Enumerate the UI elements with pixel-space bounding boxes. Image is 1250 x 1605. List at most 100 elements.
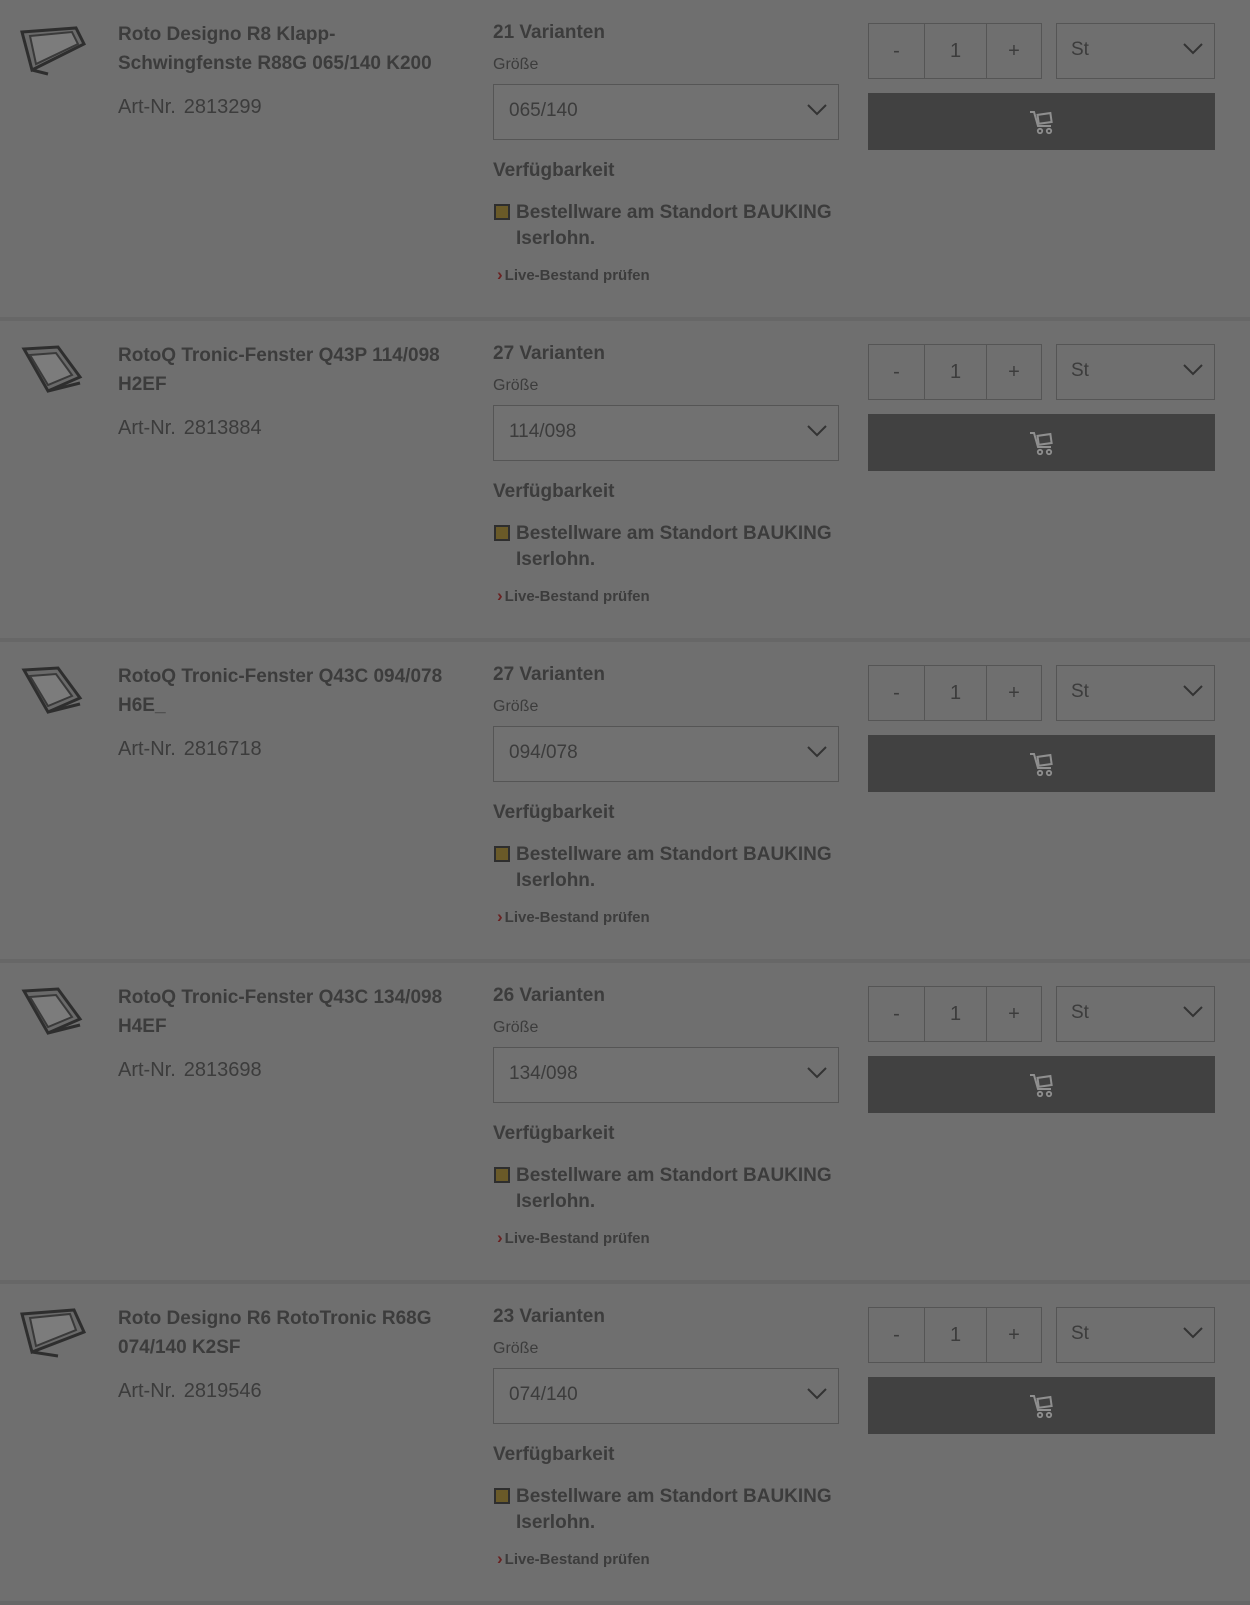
product-title[interactable]: RotoQ Tronic-Fenster Q43P 114/098 H2EF (118, 341, 463, 399)
roof-window-icon[interactable] (18, 22, 88, 77)
size-select[interactable]: 074/140 (493, 1368, 839, 1424)
article-number: Art-Nr. 2813299 (118, 96, 262, 119)
product-row: RotoQ Tronic-Fenster Q43C 094/078 H6E_ A… (0, 642, 1250, 963)
roof-window-icon[interactable] (18, 664, 88, 719)
product-title[interactable]: Roto Designo R8 Klapp-Schwingfenste R88G… (118, 20, 463, 78)
roof-window-icon[interactable] (18, 1306, 88, 1361)
quantity-input[interactable]: 1 (925, 24, 987, 78)
live-stock-link[interactable]: › Live-Bestand prüfen (497, 1228, 650, 1248)
size-label: Größe (493, 1019, 539, 1036)
product-title[interactable]: RotoQ Tronic-Fenster Q43C 134/098 H4EF (118, 983, 463, 1041)
increment-button[interactable]: + (987, 666, 1041, 720)
live-stock-link[interactable]: › Live-Bestand prüfen (497, 586, 650, 606)
live-stock-link-label: Live-Bestand prüfen (504, 1550, 650, 1568)
chevron-down-icon (807, 1388, 827, 1400)
variant-count: 27 Varianten (493, 664, 605, 685)
chevron-right-icon: › (497, 265, 503, 284)
increment-button[interactable]: + (987, 987, 1041, 1041)
availability-label: Verfügbarkeit (493, 1123, 615, 1144)
availability-label: Verfügbarkeit (493, 481, 615, 502)
availability-text: Bestellware am Standort BAUKING Iserlohn… (516, 202, 832, 249)
size-select-value: 074/140 (509, 1384, 578, 1405)
chevron-down-icon (1183, 364, 1203, 376)
quantity-stepper: - 1 + (868, 344, 1042, 400)
quantity-input[interactable]: 1 (925, 666, 987, 720)
article-number: Art-Nr. 2816718 (118, 738, 262, 761)
size-select[interactable]: 134/098 (493, 1047, 839, 1103)
increment-button[interactable]: + (987, 1308, 1041, 1362)
article-number: Art-Nr. 2813698 (118, 1059, 262, 1082)
add-to-cart-button[interactable] (868, 414, 1215, 471)
add-to-cart-button[interactable] (868, 1056, 1215, 1113)
size-select-value: 094/078 (509, 742, 578, 763)
roof-window-icon[interactable] (18, 343, 88, 398)
availability-label: Verfügbarkeit (493, 1444, 615, 1465)
add-to-cart-button[interactable] (868, 735, 1215, 792)
decrement-button[interactable]: - (869, 987, 925, 1041)
chevron-down-icon (1183, 685, 1203, 697)
availability-status-icon (494, 525, 510, 541)
availability-text: Bestellware am Standort BAUKING Iserlohn… (516, 844, 832, 891)
size-select-value: 134/098 (509, 1063, 578, 1084)
variant-count: 27 Varianten (493, 343, 605, 364)
increment-button[interactable]: + (987, 345, 1041, 399)
article-number-label: Art-Nr. (118, 738, 176, 760)
chevron-down-icon (1183, 1327, 1203, 1339)
size-select[interactable]: 094/078 (493, 726, 839, 782)
chevron-down-icon (807, 425, 827, 437)
quantity-stepper: - 1 + (868, 986, 1042, 1042)
shopping-cart-icon (1029, 110, 1053, 134)
size-select[interactable]: 065/140 (493, 84, 839, 140)
unit-select[interactable]: St (1056, 344, 1215, 400)
unit-select[interactable]: St (1056, 1307, 1215, 1363)
quantity-stepper: - 1 + (868, 23, 1042, 79)
unit-select-value: St (1071, 360, 1089, 381)
live-stock-link-label: Live-Bestand prüfen (504, 266, 650, 284)
size-select-value: 114/098 (509, 421, 577, 442)
availability-status-icon (494, 1167, 510, 1183)
unit-select-value: St (1071, 39, 1089, 60)
chevron-down-icon (1183, 1006, 1203, 1018)
quantity-input[interactable]: 1 (925, 987, 987, 1041)
unit-select[interactable]: St (1056, 665, 1215, 721)
unit-select-value: St (1071, 1002, 1089, 1023)
unit-select[interactable]: St (1056, 23, 1215, 79)
variant-count: 26 Varianten (493, 985, 605, 1006)
unit-select[interactable]: St (1056, 986, 1215, 1042)
shopping-cart-icon (1029, 752, 1053, 776)
product-title[interactable]: Roto Designo R6 RotoTronic R68G 074/140 … (118, 1304, 463, 1362)
quantity-input[interactable]: 1 (925, 345, 987, 399)
live-stock-link-label: Live-Bestand prüfen (504, 587, 650, 605)
product-title[interactable]: RotoQ Tronic-Fenster Q43C 094/078 H6E_ (118, 662, 463, 720)
roof-window-icon[interactable] (18, 985, 88, 1040)
article-number-label: Art-Nr. (118, 96, 176, 118)
live-stock-link-label: Live-Bestand prüfen (504, 908, 650, 926)
decrement-button[interactable]: - (869, 666, 925, 720)
decrement-button[interactable]: - (869, 345, 925, 399)
quantity-input[interactable]: 1 (925, 1308, 987, 1362)
product-list: Roto Designo R8 Klapp-Schwingfenste R88G… (0, 0, 1250, 1605)
article-number-label: Art-Nr. (118, 1059, 176, 1081)
product-row: Roto Designo R8 Klapp-Schwingfenste R88G… (0, 0, 1250, 321)
size-select[interactable]: 114/098 (493, 405, 839, 461)
quantity-stepper: - 1 + (868, 665, 1042, 721)
article-number: Art-Nr. 2813884 (118, 417, 262, 440)
chevron-right-icon: › (497, 1549, 503, 1568)
article-number-label: Art-Nr. (118, 417, 176, 439)
add-to-cart-button[interactable] (868, 1377, 1215, 1434)
size-label: Größe (493, 1340, 539, 1357)
decrement-button[interactable]: - (869, 24, 925, 78)
availability-label: Verfügbarkeit (493, 160, 615, 181)
chevron-down-icon (807, 104, 827, 116)
shopping-cart-icon (1029, 1394, 1053, 1418)
add-to-cart-button[interactable] (868, 93, 1215, 150)
product-row: RotoQ Tronic-Fenster Q43C 134/098 H4EF A… (0, 963, 1250, 1284)
article-number-value: 2813698 (183, 1059, 262, 1081)
availability-status-icon (494, 204, 510, 220)
live-stock-link[interactable]: › Live-Bestand prüfen (497, 907, 650, 927)
live-stock-link[interactable]: › Live-Bestand prüfen (497, 1549, 650, 1569)
live-stock-link[interactable]: › Live-Bestand prüfen (497, 265, 650, 285)
chevron-down-icon (807, 746, 827, 758)
increment-button[interactable]: + (987, 24, 1041, 78)
decrement-button[interactable]: - (869, 1308, 925, 1362)
